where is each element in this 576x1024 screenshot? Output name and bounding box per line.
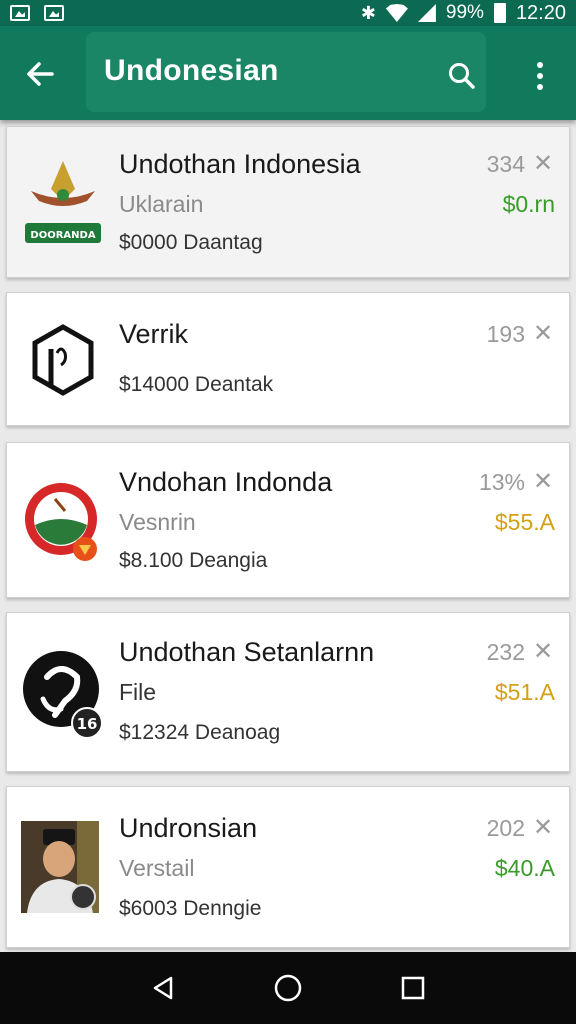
image-icon <box>10 5 30 21</box>
gallery-icon <box>44 5 64 21</box>
emblem-icon: DOORANDA <box>21 157 105 243</box>
back-triangle-icon <box>153 976 172 1000</box>
nav-recents-button[interactable] <box>393 968 433 1008</box>
search-button[interactable] <box>440 56 484 96</box>
item-count: 232 <box>486 639 525 665</box>
close-icon[interactable]: ✕ <box>531 813 555 842</box>
item-subtitle: Verstail <box>119 855 195 881</box>
list-item[interactable]: 16 Undothan Setanlarnn File $12324 Deano… <box>6 612 570 772</box>
item-price-line: $8.100 Deangia <box>119 549 268 572</box>
item-price: $0.rn <box>502 191 555 217</box>
item-name: Undothan Setanlarnn <box>119 637 375 667</box>
more-vert-icon <box>537 62 543 68</box>
item-subtitle: Uklarain <box>119 191 204 217</box>
app-bar: Undonesian <box>0 26 576 120</box>
item-price-line: $6003 Denngie <box>119 897 262 920</box>
close-icon[interactable]: ✕ <box>531 637 555 666</box>
hexagon-logo-icon <box>21 319 105 403</box>
red-circle-emblem-icon <box>21 475 105 561</box>
item-name: Undronsian <box>119 813 258 843</box>
item-count: 202 <box>486 815 525 841</box>
battery-percent: 99% <box>445 2 484 23</box>
back-button[interactable] <box>18 52 62 96</box>
status-bar: ✱ 99% 12:20 <box>0 0 576 26</box>
bluetooth-icon: ✱ <box>360 2 376 23</box>
item-price-line: $12324 Deanoag <box>119 721 281 744</box>
item-subtitle: Vesnrin <box>119 509 196 535</box>
item-price: $51.A <box>494 679 555 705</box>
signal-icon <box>417 4 436 22</box>
black-circle-logo-icon: 16 <box>21 643 105 739</box>
item-price-line: $0000 Daantag <box>119 231 263 254</box>
list-item[interactable]: DOORANDA Undothan Indonesia Uklarain $00… <box>6 126 570 278</box>
nav-home-button[interactable] <box>268 968 308 1008</box>
battery-icon <box>493 3 506 23</box>
list-item[interactable]: Undronsian Verstail $6003 Denngie 202 ✕ … <box>6 786 570 948</box>
wifi-icon <box>385 4 408 22</box>
clock: 12:20 <box>515 1 566 24</box>
item-name: Undothan Indonesia <box>119 149 361 179</box>
item-count: 193 <box>486 321 525 347</box>
logo-badge: 16 <box>77 715 98 733</box>
system-nav-bar <box>0 952 576 1024</box>
item-price: $40.A <box>494 855 555 881</box>
item-count: 334 <box>486 151 525 177</box>
close-icon[interactable]: ✕ <box>531 467 555 496</box>
search-icon <box>449 63 475 89</box>
emblem-label: DOORANDA <box>30 230 95 241</box>
recents-square-icon <box>402 976 425 1000</box>
item-count: 13% <box>478 469 525 495</box>
overflow-menu-button[interactable] <box>522 54 558 98</box>
list-item[interactable]: Vndohan Indonda Vesnrin $8.100 Deangia 1… <box>6 442 570 598</box>
list-item[interactable]: Verrik $14000 Deantak 193 ✕ <box>6 292 570 426</box>
close-icon[interactable]: ✕ <box>531 149 555 178</box>
back-arrow-icon <box>27 62 54 86</box>
nav-back-button[interactable] <box>143 968 183 1008</box>
item-price: $55.A <box>494 509 555 535</box>
portrait-photo-icon <box>21 821 99 913</box>
item-name: Vndohan Indonda <box>119 467 333 497</box>
item-name: Verrik <box>119 319 189 349</box>
home-circle-icon <box>274 974 302 1002</box>
page-title: Undonesian <box>104 54 279 87</box>
item-price-line: $14000 Deantak <box>119 373 274 396</box>
item-subtitle: File <box>119 679 157 705</box>
close-icon[interactable]: ✕ <box>531 319 555 348</box>
